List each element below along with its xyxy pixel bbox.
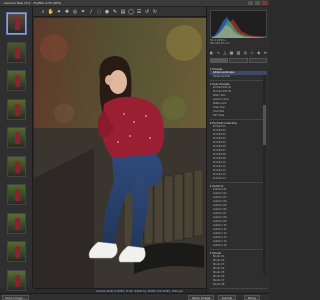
divider [210,80,267,81]
preset-item[interactable]: Portrait 14 [210,177,267,181]
filmstrip [0,7,33,291]
preset-group: ▾ Outdoor Outdoor 01 Outdoor 02 Outdoor 03 O… [210,184,267,251]
zoom-icon[interactable]: ⌕ [40,9,46,15]
thumbnail-subject [15,103,20,116]
panel-tab-2[interactable] [229,58,248,63]
filmstrip-thumbnail[interactable] [7,155,26,177]
radial-filter-icon[interactable]: ◯ [128,9,134,15]
cancel-button[interactable]: Cancel [218,295,237,300]
preset-item[interactable]: Film Fade [210,114,267,118]
presets-icon[interactable]: ≡ [264,50,267,56]
filmstrip-thumbnail[interactable] [7,70,26,91]
targeted-adjust-icon[interactable]: ◎ [72,9,78,15]
right-panel: f/1.4 1/250 s ISO 160 56 mm ◐ ∿ △ ▦ ▥ ◎ ☆ ◈ ≡ ▾ … [206,7,269,293]
hsl-icon[interactable]: ▦ [230,50,234,56]
preset-item[interactable]: Outdoor 15 [210,244,267,248]
window-controls [248,1,267,5]
window-title: Camera Raw 13.1 - Fujifilm X-T3 (GFX) [4,1,62,5]
color-sampler-icon[interactable]: ✚ [64,9,70,15]
preset-group: ▾ Studio Studio 01 Studio 02 Studio 03 Studi… [210,251,267,290]
adjustment-brush-icon[interactable]: ✎ [112,9,118,15]
histogram-graph [211,17,268,38]
thumbnail-subject [15,18,20,30]
title-bar: Camera Raw 13.1 - Fujifilm X-T3 (GFX) [0,0,269,7]
spot-removal-icon[interactable]: ◌ [96,9,102,15]
thumbnail-subject [15,46,20,59]
panel-tab-icons: ◐ ∿ △ ▦ ▥ ◎ ☆ ◈ ≡ [210,50,267,56]
thumbnail-subject [15,246,20,258]
panel-tab-3[interactable] [248,58,267,63]
filmstrip-thumbnail[interactable] [7,13,26,34]
filmstrip-thumbnail[interactable] [7,98,26,120]
status-bar: Save Image... Open Image Cancel Done [0,293,269,300]
thumbnail-subject [15,132,20,144]
close-button[interactable] [262,1,267,5]
open-image-button[interactable]: Open Image [188,295,215,300]
thumbnail-subject [15,217,20,230]
calibration-icon[interactable]: ◈ [257,50,260,56]
done-button[interactable]: Done [244,295,260,300]
divider [210,249,267,250]
rotate-left-icon[interactable]: ↺ [144,9,150,15]
rotate-right-icon[interactable]: ↻ [152,9,158,15]
thumbnail-subject [15,160,20,173]
filmstrip-thumbnail[interactable] [7,127,26,148]
red-eye-icon[interactable]: ◉ [104,9,110,15]
detail-icon[interactable]: △ [223,50,226,56]
thumbnail-subject [15,274,20,287]
panel-tabs [210,58,267,63]
lens-icon[interactable]: ◎ [244,50,248,56]
camera-info-line2: ISO 160 56 mm [210,42,230,45]
filmstrip-thumbnail[interactable] [7,41,26,63]
basic-icon[interactable]: ◐ [210,50,214,56]
presets-scrollbar[interactable] [263,75,266,275]
thumbnail-subject [15,189,20,201]
preferences-icon[interactable]: ☰ [136,9,142,15]
histogram [210,10,268,38]
hand-icon[interactable]: ✋ [48,9,54,15]
preset-item[interactable]: Studio 08 [210,283,267,287]
divider [210,182,267,183]
camera-info: f/1.4 1/250 s ISO 160 56 mm [210,39,267,47]
save-image-button[interactable]: Save Image... [2,295,29,300]
preset-group: ▾ Portrait Collection Portrait 01 Portrait… [210,121,267,184]
filmstrip-thumbnail[interactable] [7,184,26,205]
split-toning-icon[interactable]: ▥ [237,50,241,56]
scrollbar-thumb[interactable] [263,105,266,145]
divider [210,119,267,120]
thumbnail-subject [15,75,20,87]
filmstrip-thumbnail[interactable] [7,241,26,262]
filmstrip-thumbnail[interactable] [7,269,26,291]
maximize-button[interactable] [255,1,260,5]
preset-group: ▾ User Presets Portrait Soft 01 Portrait S… [210,82,267,121]
crop-icon[interactable]: ⌗ [80,9,86,15]
image-preview[interactable] [34,18,206,288]
white-balance-icon[interactable]: ✦ [56,9,62,15]
preset-item[interactable]: Adobe Portrait [210,75,267,79]
preset-group: ▾ Presets Adobe Landscape Adobe Portrait [210,67,267,82]
graduated-filter-icon[interactable]: ▤ [120,9,126,15]
panel-tab-1[interactable] [210,58,229,63]
divider [210,288,267,289]
effects-icon[interactable]: ☆ [250,50,254,56]
minimize-button[interactable] [248,1,253,5]
straighten-icon[interactable]: ∕ [88,9,94,15]
tone-curve-icon[interactable]: ∿ [217,50,220,56]
filmstrip-thumbnail[interactable] [7,212,26,234]
portrait-photo [34,18,206,288]
